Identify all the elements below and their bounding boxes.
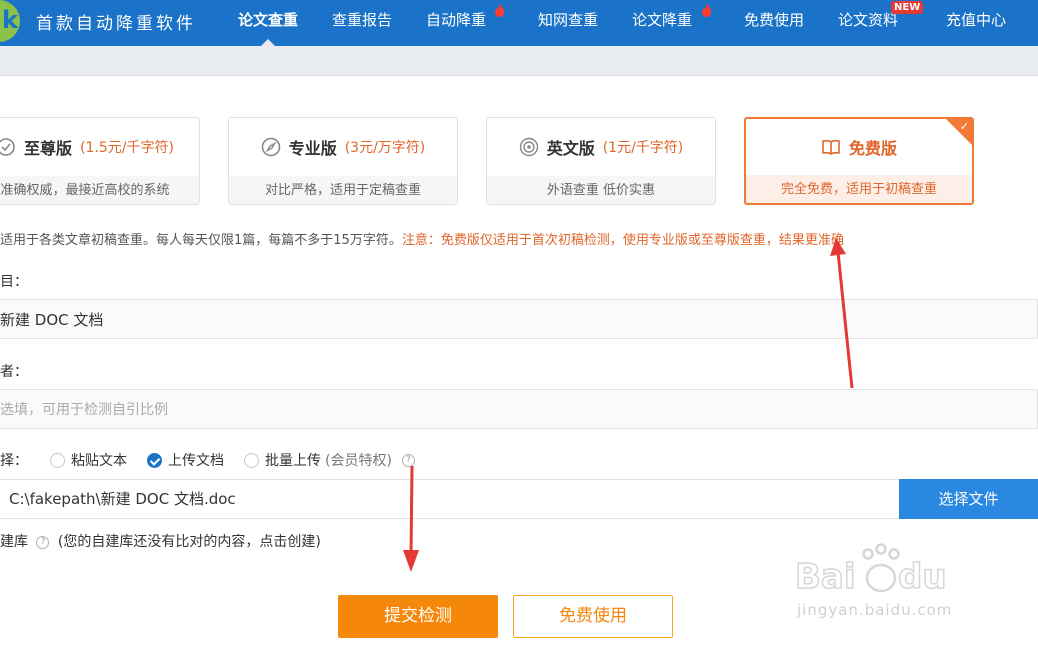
compass-icon [261, 137, 281, 157]
logo[interactable]: k [0, 0, 20, 42]
self-library-label: 建库 [0, 534, 28, 550]
radio-label[interactable]: 上传文档 [168, 450, 224, 470]
mode-label: 择： [0, 453, 28, 469]
card-price: (1.5元/千字符) [80, 140, 174, 156]
nav-item-label: 论文降重 [632, 11, 693, 29]
help-icon[interactable]: ? [401, 453, 415, 467]
nav-item-paper-rewrite[interactable]: 论文降重 [632, 0, 692, 46]
version-card-english[interactable]: 英文版 (1元/千字符) 外语查重 低价实惠 [486, 117, 716, 205]
usage-notice: 适用于各类文章初稿查重。每人每天仅限1篇，每篇不多于15万字符。注意：免费版仅适… [0, 229, 844, 248]
nav-item-label: 查重报告 [332, 11, 393, 29]
top-nav: k 首款自动降重软件 论文查重 查重报告 自动降重 知网查重 论文降重 免费使用… [0, 0, 1038, 46]
file-path-input[interactable]: C:\fakepath\新建 DOC 文档.doc [0, 479, 900, 519]
title-input[interactable]: 新建 DOC 文档 [0, 299, 1038, 339]
nav-item-recharge[interactable]: 充值中心 [946, 0, 1006, 46]
nav-item-label: 免费使用 [744, 11, 805, 29]
nav-item-label: 论文查重 [238, 11, 299, 29]
nav-item-paper-check[interactable]: 论文查重 [238, 0, 298, 46]
author-input[interactable]: 选填，可用于检测自引比例 [0, 389, 1038, 429]
radio-batch-upload[interactable] [244, 452, 259, 468]
radio-upload-doc[interactable] [147, 452, 162, 468]
radio-label[interactable]: 批量上传 [265, 450, 321, 470]
radio-label[interactable]: 粘贴文本 [71, 450, 127, 470]
new-badge: NEW [891, 1, 924, 14]
version-card-pro[interactable]: 专业版 (3元/万字符) 对比严格，适用于定稿查重 [228, 117, 458, 205]
self-library-row: 建库 ? (您的自建库还没有比对的内容，点击创建) [0, 531, 321, 551]
card-title: 英文版 [546, 139, 595, 158]
member-privilege-note: (会员特权) [325, 453, 392, 469]
notice-warning: 注意：免费版仅适用于首次初稿检测，使用专业版或至尊版查重，结果更准确 [401, 233, 844, 248]
sub-bar [0, 46, 1038, 76]
svg-text:du: du [898, 557, 947, 597]
radio-paste-text[interactable] [50, 452, 65, 468]
card-price: (1元/千字符) [602, 140, 684, 156]
nav-item-label: 充值中心 [946, 11, 1007, 29]
card-desc: 完全免费，适用于初稿查重 [746, 175, 972, 203]
card-desc: 外语查重 低价实惠 [487, 176, 715, 204]
shield-check-icon [0, 138, 15, 156]
version-card-premium[interactable]: 至尊版 (1.5元/千字符) 准确权威，最接近高校的系统 [0, 117, 200, 205]
card-desc: 对比严格，适用于定稿查重 [229, 176, 457, 204]
svg-text:Bai: Bai [795, 557, 856, 597]
nav-item-paper-materials[interactable]: 论文资料 [838, 0, 898, 46]
free-use-button[interactable]: 免费使用 [513, 595, 673, 638]
nav-item-free-use[interactable]: 免费使用 [744, 0, 804, 46]
choose-file-button[interactable]: 选择文件 [899, 479, 1038, 519]
nav-item-label: 知网查重 [538, 11, 599, 29]
card-desc: 准确权威，最接近高校的系统 [0, 176, 199, 204]
watermark-text: jingyan.baidu.com [797, 601, 953, 619]
target-icon [519, 137, 538, 157]
title-label: 目： [0, 274, 28, 290]
card-price: (3元/万字符) [344, 140, 426, 156]
checkmark-icon: ✓ [959, 120, 969, 133]
nav-item-cnki-check[interactable]: 知网查重 [538, 0, 598, 46]
nav-item-auto-rewrite[interactable]: 自动降重 [426, 0, 486, 46]
nav-item-report[interactable]: 查重报告 [332, 0, 392, 46]
self-library-link[interactable]: (您的自建库还没有比对的内容，点击创建) [58, 534, 321, 550]
nav-item-label: 自动降重 [426, 11, 487, 29]
brand-name[interactable]: 首款自动降重软件 [36, 9, 196, 34]
card-title: 专业版 [288, 139, 337, 158]
author-label: 者： [0, 364, 28, 380]
upload-mode-group: 择： 粘贴文本 上传文档 批量上传 (会员特权) ? [0, 450, 415, 470]
notice-text: 适用于各类文章初稿查重。每人每天仅限1篇，每篇不多于15万字符。 [0, 233, 402, 248]
nav-item-label: 论文资料 [838, 11, 899, 29]
submit-check-button[interactable]: 提交检测 [338, 595, 498, 638]
fire-icon [495, 3, 504, 17]
version-card-free[interactable]: 免费版 完全免费，适用于初稿查重 ✓ [744, 117, 974, 205]
help-icon[interactable]: ? [36, 535, 50, 549]
active-caret-icon [261, 39, 275, 46]
fire-icon [702, 3, 711, 17]
card-title: 免费版 [848, 139, 897, 158]
card-title: 至尊版 [24, 139, 73, 158]
open-book-icon [822, 139, 840, 155]
